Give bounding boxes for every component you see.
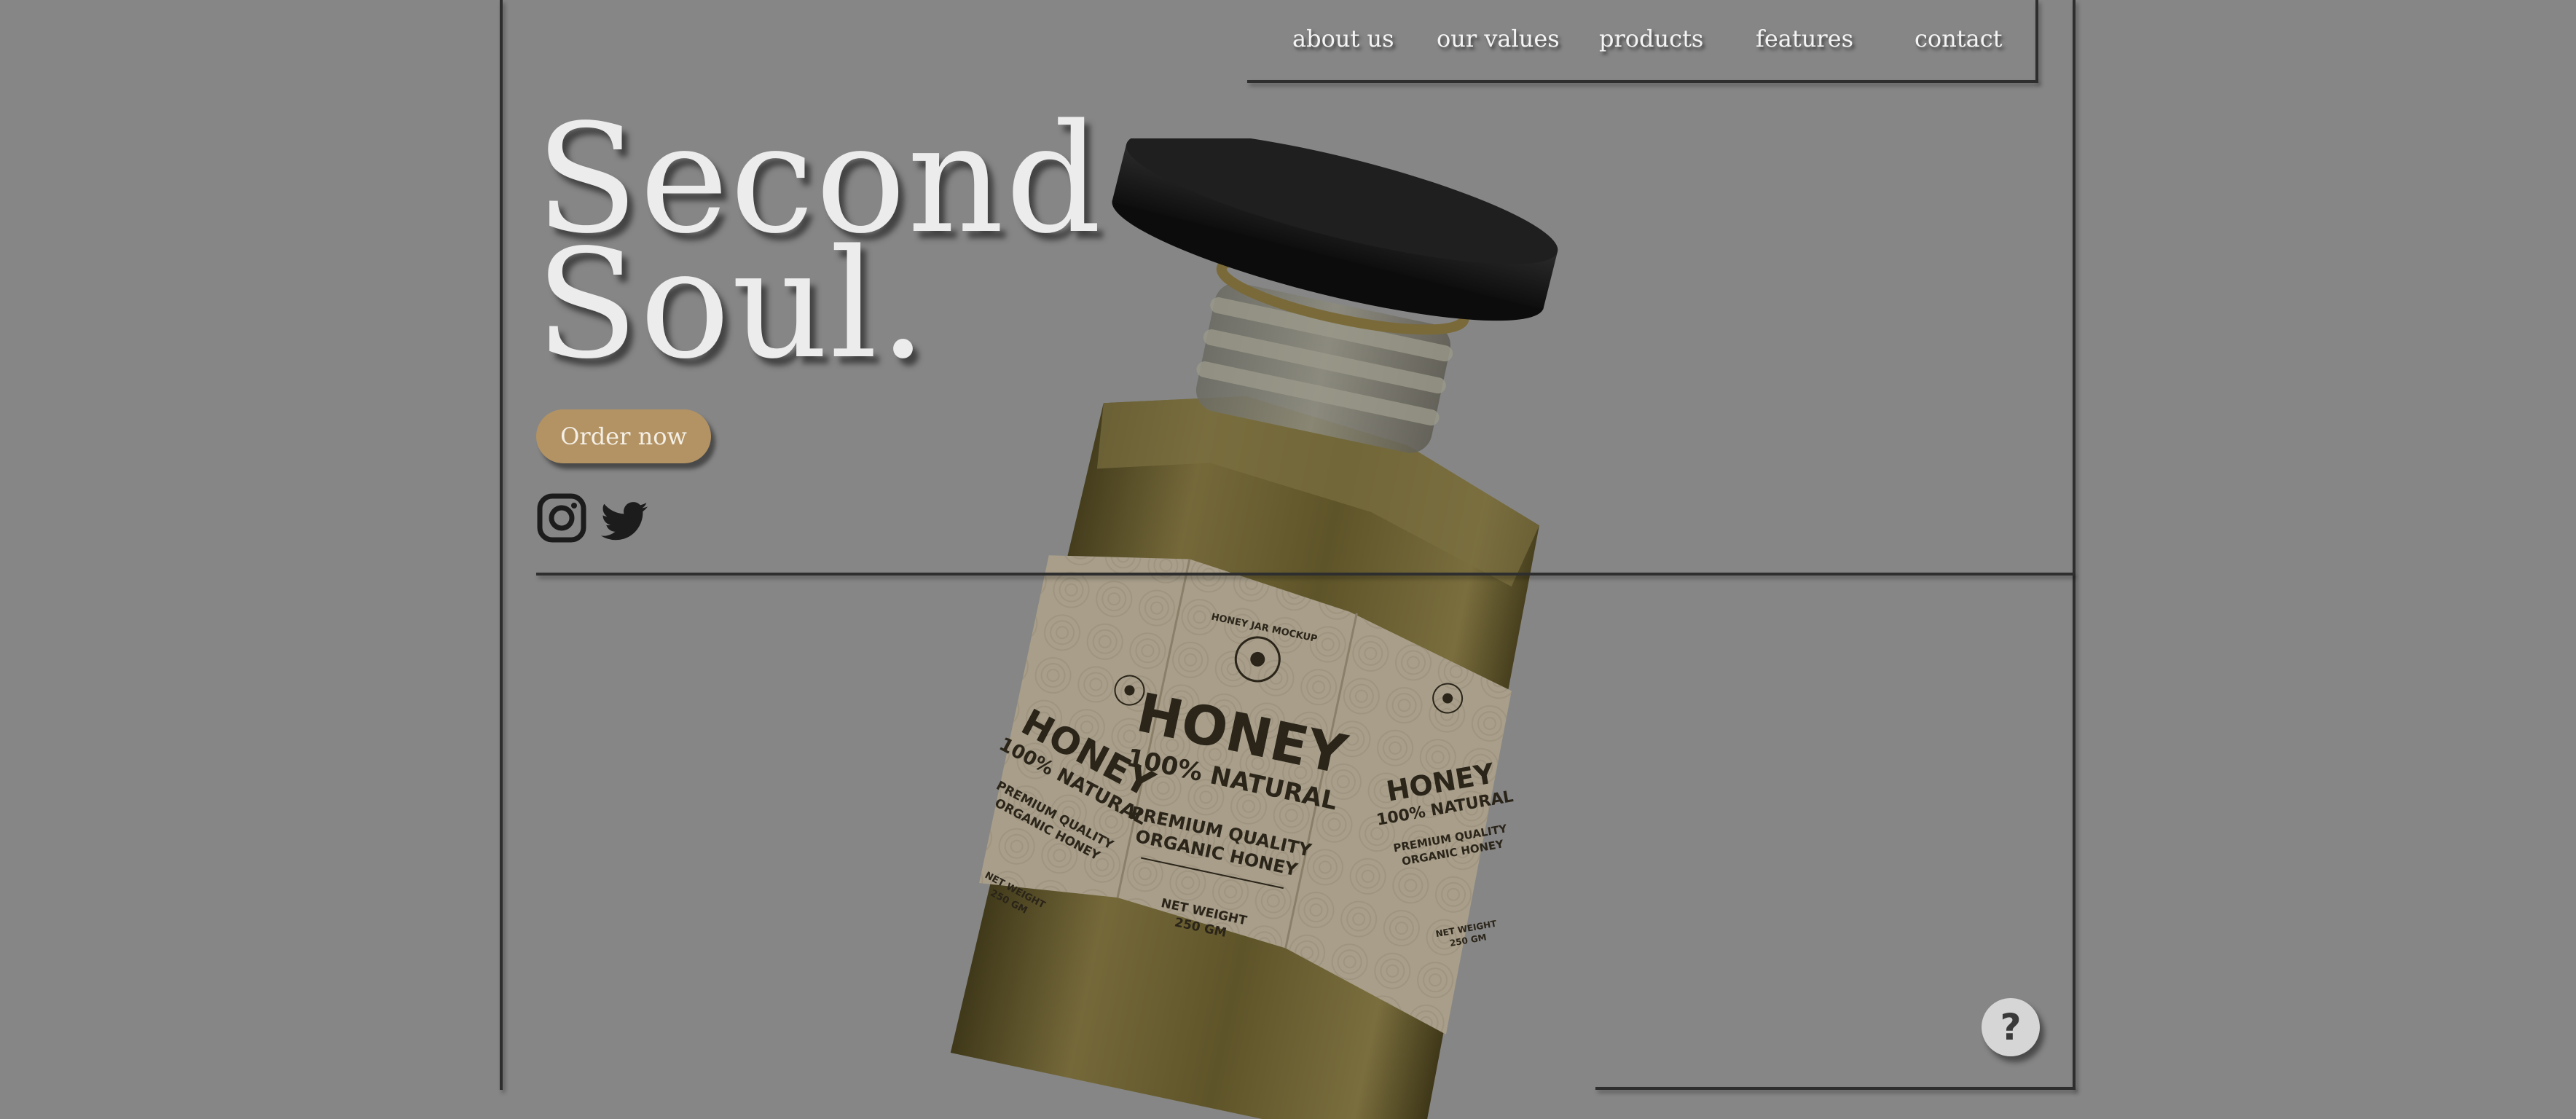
- nav-products[interactable]: products: [1599, 25, 1703, 52]
- bottom-right-border: [1595, 1087, 2075, 1090]
- frame-right-border: [2073, 0, 2076, 1090]
- order-now-button[interactable]: Order now: [536, 409, 711, 463]
- hero-title: Second Soul.: [535, 104, 1103, 380]
- twitter-icon[interactable]: [599, 497, 650, 548]
- nav-features[interactable]: features: [1756, 25, 1853, 52]
- nav-our-values[interactable]: our values: [1437, 25, 1560, 52]
- frame-left-border: [500, 0, 503, 1090]
- nav-about-us[interactable]: about us: [1292, 25, 1394, 52]
- main-nav: about us our values products features co…: [1268, 25, 2025, 61]
- help-button[interactable]: ?: [1982, 998, 2040, 1056]
- nav-bottom-border: [1247, 80, 2038, 83]
- nav-contact[interactable]: contact: [1915, 25, 2003, 52]
- nav-right-border: [2035, 0, 2038, 82]
- instagram-icon[interactable]: [536, 492, 587, 543]
- section-divider: [536, 573, 2074, 576]
